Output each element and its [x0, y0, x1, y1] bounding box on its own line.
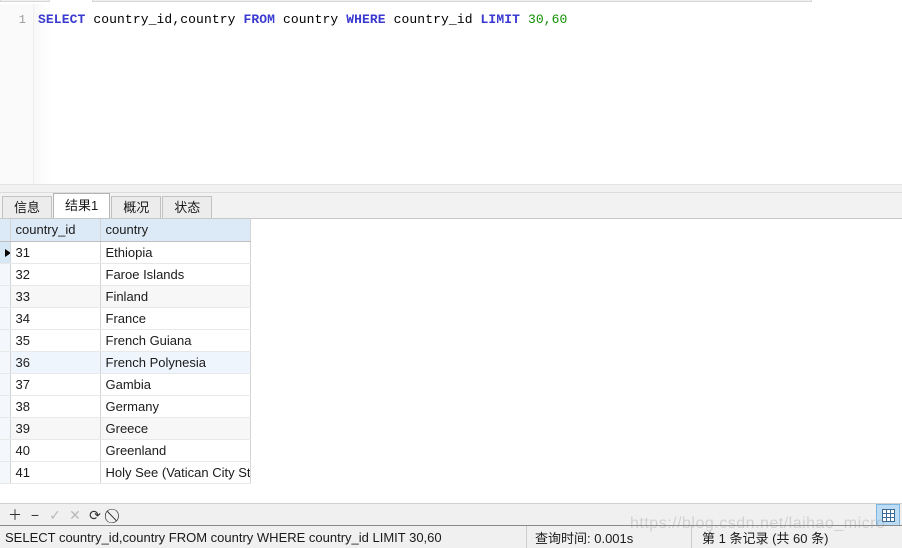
- row-indicator[interactable]: [0, 395, 11, 418]
- table-row[interactable]: 40 Greenland: [0, 439, 251, 462]
- toolbar-group-right: [92, 0, 812, 2]
- sql-token-3: country: [275, 12, 347, 27]
- sql-token-7: [520, 12, 528, 27]
- cell-country-id[interactable]: 37: [10, 373, 101, 396]
- current-row-indicator[interactable]: [0, 241, 11, 264]
- sql-token-5: country_id: [385, 12, 481, 27]
- table-row[interactable]: 41Holy See (Vatican City State): [0, 461, 251, 484]
- cell-country-id[interactable]: 35: [10, 329, 101, 352]
- sql-client-window: 1 SELECT country_id,country FROM country…: [0, 0, 902, 548]
- cell-country-id[interactable]: 34: [10, 307, 101, 330]
- cell-country[interactable]: Greece: [100, 417, 251, 440]
- panel-splitter[interactable]: [0, 184, 902, 193]
- status-sql-text: SELECT country_id,country FROM country W…: [0, 526, 527, 548]
- sql-token-1: country_id,country: [85, 12, 244, 27]
- cell-country[interactable]: French Polynesia: [100, 351, 251, 374]
- add-record-button[interactable]: ＋: [5, 505, 25, 525]
- tab-info[interactable]: 信息: [2, 196, 53, 218]
- cell-country-id[interactable]: 31: [10, 241, 101, 264]
- sql-token-0: SELECT: [38, 12, 86, 27]
- grid-view-icon[interactable]: [876, 504, 900, 526]
- sql-token-2: FROM: [243, 12, 276, 27]
- cell-country[interactable]: Holy See (Vatican City State): [100, 461, 251, 484]
- status-record-info: 第 1 条记录 (共 60 条): [702, 530, 829, 546]
- record-toolbar: ＋−✓ ✕⟳⃠: [0, 503, 902, 526]
- cell-country-id[interactable]: 41: [10, 461, 101, 484]
- cell-country[interactable]: Gambia: [100, 373, 251, 396]
- cell-country-id[interactable]: 33: [10, 285, 101, 308]
- tab-status[interactable]: 状态: [162, 196, 213, 218]
- cancel-change-button: ✕: [69, 506, 81, 523]
- status-query-time: 查询时间: 0.001s: [527, 526, 692, 548]
- editor-gutter: [0, 4, 34, 184]
- delete-record-button[interactable]: −: [25, 505, 45, 525]
- result-tabstrip: 信息 结果1 概况 状态: [0, 193, 902, 219]
- sql-statement-text[interactable]: SELECT country_id,country FROM country W…: [38, 12, 567, 28]
- cell-country[interactable]: Faroe Islands: [100, 263, 251, 286]
- cell-country[interactable]: French Guiana: [100, 329, 251, 352]
- table-row[interactable]: 38 Germany: [0, 395, 251, 418]
- refresh-button[interactable]: ⟳: [85, 505, 105, 525]
- table-row[interactable]: 39 Greece: [0, 417, 251, 440]
- column-header-country[interactable]: country: [100, 219, 251, 242]
- cell-country[interactable]: Greenland: [100, 439, 251, 462]
- table-row[interactable]: 32 Faroe Islands: [0, 263, 251, 286]
- row-indicator[interactable]: [0, 461, 11, 484]
- table-row[interactable]: 36 French Polynesia: [0, 351, 251, 374]
- cell-country-id[interactable]: 32: [10, 263, 101, 286]
- row-indicator[interactable]: [0, 329, 11, 352]
- cell-country[interactable]: Finland: [100, 285, 251, 308]
- editor-gutter-shade: [34, 4, 51, 184]
- row-indicator[interactable]: [0, 373, 11, 396]
- play-triangle-icon: [5, 249, 9, 258]
- apply-change-button: ✓: [49, 506, 61, 523]
- table-row[interactable]: 31 Ethiopia: [0, 241, 251, 264]
- row-indicator[interactable]: [0, 307, 11, 330]
- sql-token-6: LIMIT: [480, 12, 521, 27]
- result-grid-container[interactable]: country_id country 31 Ethiopia 32 Faroe Isl…: [0, 219, 902, 503]
- tab-profile[interactable]: 概况: [111, 196, 162, 218]
- table-row[interactable]: 33 Finland: [0, 285, 251, 308]
- sql-token-8: 30,60: [527, 12, 568, 27]
- result-grid[interactable]: country_id country 31 Ethiopia 32 Faroe Isl…: [0, 219, 251, 484]
- table-row[interactable]: 34 France: [0, 307, 251, 330]
- cell-country-id[interactable]: 38: [10, 395, 101, 418]
- editor-line-number: 1: [18, 13, 26, 27]
- stop-button[interactable]: ⃠: [105, 505, 125, 525]
- status-bar: SELECT country_id,country FROM country W…: [0, 525, 902, 548]
- tab-result-1[interactable]: 结果1: [53, 193, 111, 218]
- cell-country-id[interactable]: 39: [10, 417, 101, 440]
- cell-country-id[interactable]: 40: [10, 439, 101, 462]
- row-indicator[interactable]: [0, 439, 11, 462]
- sql-token-4: WHERE: [346, 12, 386, 27]
- grid-header-row: country_id country: [0, 219, 251, 242]
- column-header-country-id[interactable]: country_id: [10, 219, 101, 242]
- toolbar-group-left: [0, 0, 50, 2]
- table-row[interactable]: 37 Gambia: [0, 373, 251, 396]
- table-row[interactable]: 35 French Guiana: [0, 329, 251, 352]
- cell-country[interactable]: Germany: [100, 395, 251, 418]
- row-indicator[interactable]: [0, 285, 11, 308]
- row-indicator-header: [0, 219, 11, 242]
- cell-country[interactable]: Ethiopia: [100, 241, 251, 264]
- row-indicator[interactable]: [0, 351, 11, 374]
- row-indicator[interactable]: [0, 263, 11, 286]
- cell-country[interactable]: France: [100, 307, 251, 330]
- row-indicator[interactable]: [0, 417, 11, 440]
- sql-editor[interactable]: 1 SELECT country_id,country FROM country…: [0, 4, 902, 184]
- cell-country-id[interactable]: 36: [10, 351, 101, 374]
